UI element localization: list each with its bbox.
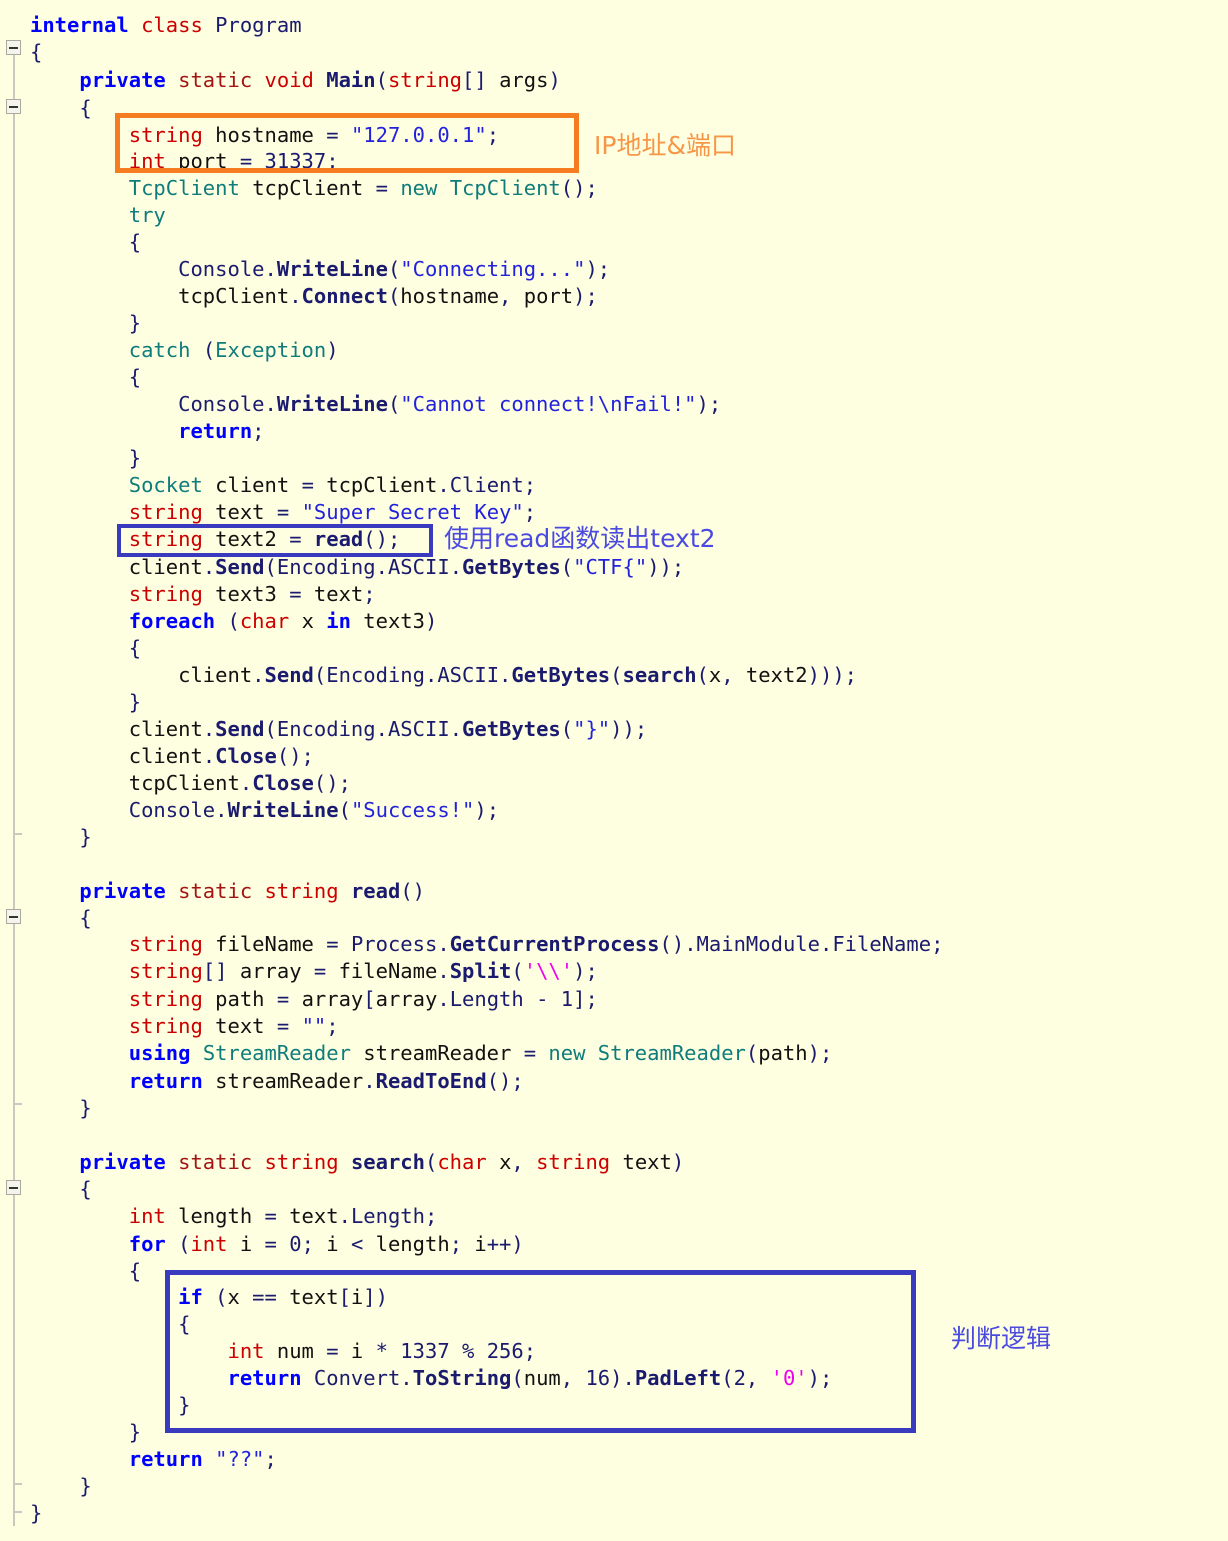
code-line: Console.WriteLine("Connecting..."); bbox=[178, 257, 611, 281]
code-line: string hostname = "127.0.0.1"; bbox=[128, 123, 500, 147]
code-line: if (x == text[i]) bbox=[178, 1285, 388, 1309]
code-line: private static void Main(string[] args) bbox=[79, 68, 561, 92]
code-line: catch (Exception) bbox=[128, 338, 339, 362]
code-line: { bbox=[79, 1177, 92, 1201]
code-editor-surface: internal class Program { private static … bbox=[0, 0, 1228, 1541]
code-line: string[] array = fileName.Split('\\'); bbox=[128, 959, 598, 983]
code-line: } bbox=[79, 1474, 92, 1498]
code-line: private static string read() bbox=[79, 879, 425, 903]
annotation-label-read-text2: 使用read函数读出text2 bbox=[444, 524, 716, 553]
code-line: { bbox=[79, 906, 92, 930]
code-line: } bbox=[128, 311, 142, 335]
code-line: tcpClient.Connect(hostname, port); bbox=[178, 284, 598, 308]
code-line: { bbox=[128, 636, 142, 660]
code-line: { bbox=[128, 230, 142, 254]
fold-toggle-search[interactable] bbox=[6, 1180, 21, 1195]
code-line: internal class Program bbox=[30, 13, 302, 37]
code-line: client.Close(); bbox=[128, 744, 314, 768]
fold-toggle-main[interactable] bbox=[6, 99, 21, 114]
code-line: string text = ""; bbox=[128, 1014, 339, 1038]
fold-end-read bbox=[13, 1103, 22, 1105]
code-line: int length = text.Length; bbox=[128, 1204, 438, 1228]
code-line: return Convert.ToString(num, 16).PadLeft… bbox=[227, 1366, 833, 1390]
code-line: { bbox=[128, 1259, 142, 1283]
code-line: { bbox=[30, 40, 43, 64]
code-line: } bbox=[178, 1393, 191, 1417]
code-line: foreach (char x in text3) bbox=[128, 609, 438, 633]
code-line: string path = array[array.Length - 1]; bbox=[128, 987, 598, 1011]
code-line: { bbox=[128, 365, 142, 389]
code-line: TcpClient tcpClient = new TcpClient(); bbox=[128, 176, 598, 200]
code-line: } bbox=[128, 690, 142, 714]
code-line: } bbox=[128, 1420, 142, 1444]
annotation-label-logic: 判断逻辑 bbox=[951, 1324, 1052, 1353]
code-line: Socket client = tcpClient.Client; bbox=[128, 473, 537, 497]
code-line: return "??"; bbox=[128, 1447, 277, 1471]
code-line: client.Send(Encoding.ASCII.GetBytes("CTF… bbox=[128, 555, 685, 579]
code-line: for (int i = 0; i < length; i++) bbox=[128, 1232, 524, 1256]
code-line: tcpClient.Close(); bbox=[128, 771, 351, 795]
fold-end-class bbox=[13, 1511, 22, 1513]
code-line: } bbox=[30, 1501, 43, 1525]
fold-guide-class bbox=[13, 46, 15, 1526]
code-line: int num = i * 1337 % 256; bbox=[227, 1339, 537, 1363]
code-line: Console.WriteLine("Cannot connect!\nFail… bbox=[178, 392, 722, 416]
code-line: using StreamReader streamReader = new St… bbox=[128, 1041, 833, 1065]
code-line: int port = 31337; bbox=[128, 149, 339, 173]
fold-end-search bbox=[13, 1483, 22, 1485]
code-line: return; bbox=[178, 419, 265, 443]
code-line: string fileName = Process.GetCurrentProc… bbox=[128, 932, 944, 956]
code-line: { bbox=[178, 1312, 191, 1336]
code-line: return streamReader.ReadToEnd(); bbox=[128, 1069, 524, 1093]
fold-toggle-class[interactable] bbox=[6, 40, 21, 55]
code-line: } bbox=[79, 825, 92, 849]
code-line: { bbox=[79, 96, 92, 120]
code-line: client.Send(Encoding.ASCII.GetBytes("}")… bbox=[128, 717, 648, 741]
code-line: string text = "Super Secret Key"; bbox=[128, 500, 537, 524]
code-line: string text3 = text; bbox=[128, 582, 376, 606]
code-line: } bbox=[128, 446, 142, 470]
code-line: } bbox=[79, 1096, 92, 1120]
code-line: client.Send(Encoding.ASCII.GetBytes(sear… bbox=[178, 663, 858, 687]
code-line: Console.WriteLine("Success!"); bbox=[128, 798, 500, 822]
code-line: try bbox=[128, 203, 166, 227]
code-line: private static string search(char x, str… bbox=[79, 1150, 685, 1174]
fold-toggle-read[interactable] bbox=[6, 909, 21, 924]
code-line: string text2 = read(); bbox=[128, 527, 401, 551]
fold-end-main bbox=[13, 833, 22, 835]
annotation-label-ip-port: IP地址&端口 bbox=[594, 131, 736, 160]
